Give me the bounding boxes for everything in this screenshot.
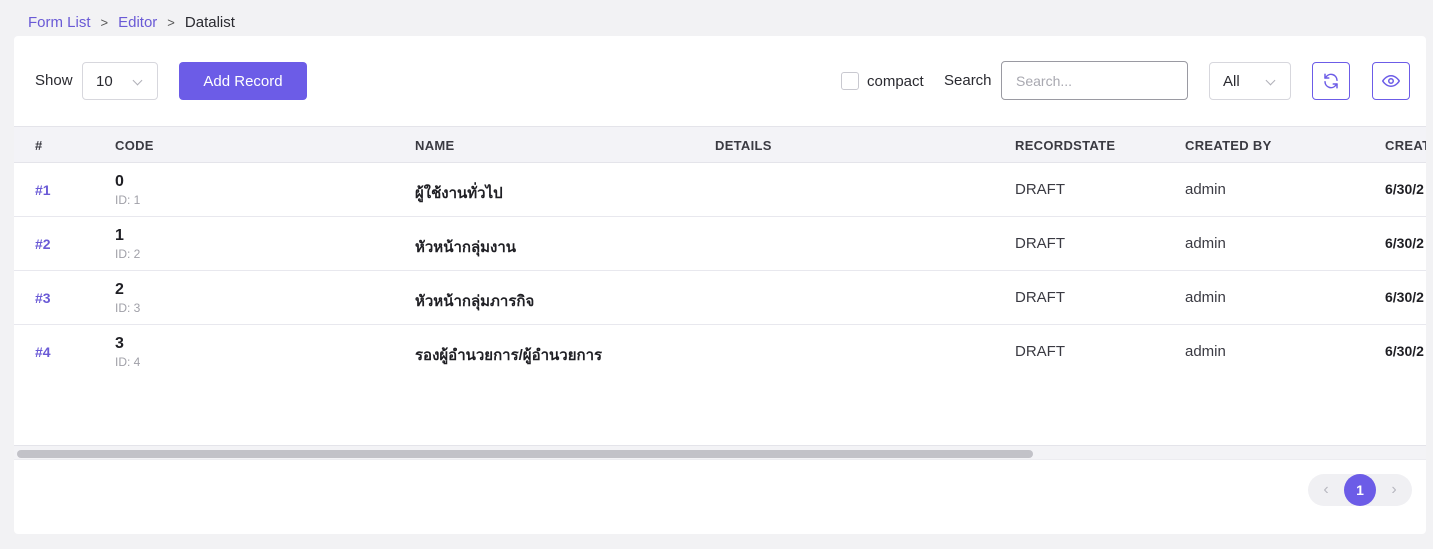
- compact-toggle[interactable]: compact: [841, 72, 924, 90]
- row-recordstate: DRAFT: [1015, 235, 1065, 252]
- row-id: ID: 4: [115, 355, 141, 369]
- row-recordstate: DRAFT: [1015, 289, 1065, 306]
- refresh-icon: [1324, 73, 1338, 89]
- next-page-button[interactable]: ›: [1380, 474, 1408, 506]
- breadcrumb-form-list[interactable]: Form List: [28, 14, 91, 31]
- column-header-name[interactable]: NAME: [415, 138, 454, 153]
- page-size-value: 10: [96, 72, 113, 90]
- row-name: หัวหน้ากลุ่มภารกิจ: [415, 293, 535, 310]
- pagination: ‹ 1 ›: [1308, 474, 1412, 506]
- datalist-card: Show 10 Add Record compact Search All: [14, 36, 1426, 534]
- data-table: # CODE NAME DETAILS RECORDSTATE CREATED …: [14, 126, 1426, 481]
- chevron-down-icon: [132, 75, 143, 86]
- page-size-select[interactable]: 10: [82, 62, 158, 100]
- chevron-down-icon: [1265, 75, 1276, 86]
- row-number-link[interactable]: #3: [35, 290, 51, 306]
- row-created-at: 6/30/2: [1385, 343, 1424, 359]
- row-created-by: admin: [1185, 343, 1226, 360]
- breadcrumb: Form List > Editor > Datalist: [28, 12, 235, 32]
- row-number-link[interactable]: #2: [35, 236, 51, 252]
- compact-label: compact: [867, 72, 924, 90]
- column-header-created-at[interactable]: CREAT: [1385, 138, 1426, 153]
- row-created-by: admin: [1185, 181, 1226, 198]
- previous-page-button[interactable]: ‹: [1312, 474, 1340, 506]
- toolbar: Show 10 Add Record compact Search All: [14, 36, 1426, 126]
- eye-icon: [1382, 75, 1400, 87]
- column-header-recordstate[interactable]: RECORDSTATE: [1015, 138, 1115, 153]
- column-header-details[interactable]: DETAILS: [715, 138, 772, 153]
- row-created-by: admin: [1185, 289, 1226, 306]
- row-code: 1: [115, 227, 124, 244]
- row-code: 3: [115, 335, 124, 352]
- breadcrumb-datalist: Datalist: [184, 13, 235, 31]
- state-filter-value: All: [1223, 72, 1240, 90]
- row-name: หัวหน้ากลุ่มงาน: [415, 239, 517, 256]
- search-label: Search: [944, 72, 992, 89]
- row-created-at: 6/30/2: [1385, 181, 1424, 197]
- row-id: ID: 3: [115, 301, 141, 315]
- scrollbar-thumb[interactable]: [17, 450, 1033, 458]
- chevron-right-icon: >: [167, 14, 175, 30]
- compact-checkbox[interactable]: [841, 72, 859, 90]
- show-label: Show: [35, 72, 73, 89]
- row-name: ผู้ใช้งานทั่วไป: [415, 185, 503, 202]
- search-input[interactable]: [1001, 61, 1188, 100]
- row-created-at: 6/30/2: [1385, 289, 1424, 305]
- breadcrumb-editor[interactable]: Editor: [118, 14, 157, 31]
- row-id: ID: 1: [115, 193, 141, 207]
- add-record-button[interactable]: Add Record: [179, 62, 307, 100]
- view-button[interactable]: [1372, 62, 1410, 100]
- record-state-filter-select[interactable]: All: [1209, 62, 1291, 100]
- row-number-link[interactable]: #1: [35, 182, 51, 198]
- table-row[interactable]: #3 2 ID: 3 หัวหน้ากลุ่มภารกิจ DRAFT admi…: [14, 271, 1426, 325]
- row-recordstate: DRAFT: [1015, 181, 1065, 198]
- row-code: 2: [115, 281, 124, 298]
- table-row[interactable]: #4 3 ID: 4 รองผู้อำนวยการ/ผู้อำนวยการ DR…: [14, 325, 1426, 379]
- column-header-created-by[interactable]: CREATED BY: [1185, 138, 1272, 153]
- horizontal-scrollbar[interactable]: [14, 445, 1426, 459]
- row-recordstate: DRAFT: [1015, 343, 1065, 360]
- row-name: รองผู้อำนวยการ/ผู้อำนวยการ: [415, 347, 603, 364]
- row-id: ID: 2: [115, 247, 141, 261]
- row-created-at: 6/30/2: [1385, 235, 1424, 251]
- column-header-code[interactable]: CODE: [115, 138, 154, 153]
- table-header: # CODE NAME DETAILS RECORDSTATE CREATED …: [14, 126, 1426, 163]
- row-created-by: admin: [1185, 235, 1226, 252]
- row-code: 0: [115, 173, 124, 190]
- page-button-current[interactable]: 1: [1344, 474, 1376, 506]
- table-row[interactable]: #1 0 ID: 1 ผู้ใช้งานทั่วไป DRAFT admin 6…: [14, 163, 1426, 217]
- row-number-link[interactable]: #4: [35, 344, 51, 360]
- table-row[interactable]: #2 1 ID: 2 หัวหน้ากลุ่มงาน DRAFT admin 6…: [14, 217, 1426, 271]
- chevron-right-icon: >: [100, 14, 109, 30]
- divider: [14, 459, 1426, 460]
- refresh-button[interactable]: [1312, 62, 1350, 100]
- column-header-number[interactable]: #: [35, 138, 43, 153]
